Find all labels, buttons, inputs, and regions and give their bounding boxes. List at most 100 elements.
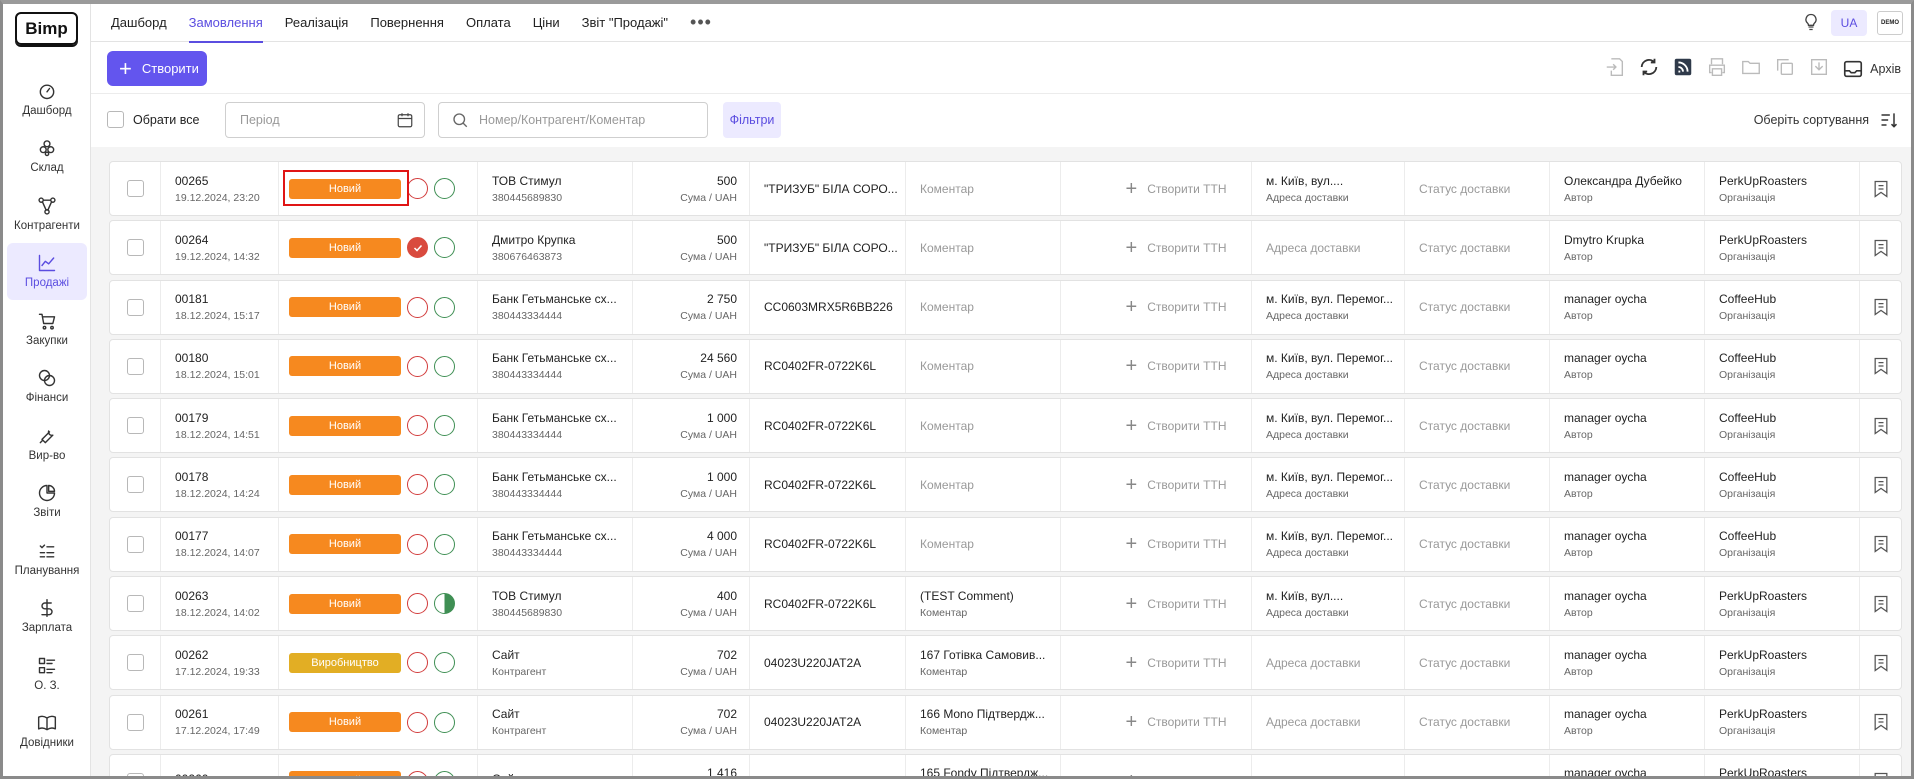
sidebar-item-boxes[interactable]: Склад: [7, 128, 87, 186]
tab-0[interactable]: Дашборд: [111, 4, 167, 42]
address-cell[interactable]: м. Київ, вул.... Адреса доставки: [1252, 162, 1405, 215]
sidebar-item-dollar[interactable]: Зарплата: [7, 588, 87, 646]
order-row[interactable]: 00179 18.12.2024, 14:51 Новий Банк Гетьманс…: [109, 398, 1902, 454]
create-ttn-button[interactable]: + Створити ТТН: [1061, 754, 1252, 776]
copy-icon[interactable]: [1774, 56, 1796, 81]
status-badge[interactable]: Новий: [289, 415, 401, 436]
shipment-status-icon[interactable]: [434, 296, 455, 318]
shipment-status-icon[interactable]: [434, 415, 455, 437]
address-cell[interactable]: Адреса доставки: [1252, 695, 1405, 749]
create-ttn-button[interactable]: + Створити ТТН: [1061, 458, 1252, 512]
product-cell[interactable]: RC0402FR-0722K6L: [750, 339, 906, 393]
product-cell[interactable]: RC0402FR-0722K6L: [750, 577, 906, 631]
address-cell[interactable]: Адреса доставки: [1252, 636, 1405, 690]
comment-cell[interactable]: Коментар: [906, 221, 1061, 275]
client-cell[interactable]: Банк Гетьманське сх... 380443334444: [478, 458, 633, 512]
row-checkbox[interactable]: [126, 417, 144, 435]
create-ttn-button[interactable]: + Створити ТТН: [1061, 636, 1252, 690]
sidebar-item-cart[interactable]: Закупки: [7, 300, 87, 358]
bookmark-icon[interactable]: [1871, 356, 1891, 376]
calendar-icon[interactable]: [396, 111, 414, 129]
bookmark-icon[interactable]: [1871, 179, 1891, 199]
tab-6[interactable]: Звіт "Продажі": [582, 4, 668, 42]
tab-1[interactable]: Замовлення: [188, 4, 263, 43]
comment-cell[interactable]: Коментар: [906, 399, 1061, 453]
status-badge[interactable]: Новий: [289, 237, 401, 258]
product-cell[interactable]: 04023U220JAT2A: [750, 636, 906, 690]
create-button[interactable]: + Створити: [107, 51, 207, 86]
payment-status-icon[interactable]: [407, 474, 428, 496]
address-cell[interactable]: Адреса доставки: [1252, 754, 1405, 776]
select-all[interactable]: Обрати все: [107, 111, 199, 128]
sidebar-item-pie-chart[interactable]: Звіти: [7, 473, 87, 531]
status-badge[interactable]: Новий: [289, 712, 401, 733]
select-all-checkbox[interactable]: [107, 111, 124, 128]
client-cell[interactable]: Банк Гетьманське сх... 380443334444: [478, 280, 633, 334]
shipment-status-icon[interactable]: [434, 355, 455, 377]
product-cell[interactable]: RC0402FR-0722K6L: [750, 458, 906, 512]
address-cell[interactable]: м. Київ, вул. Перемог... Адреса доставки: [1252, 280, 1405, 334]
status-badge[interactable]: Виробництво: [289, 652, 401, 673]
payment-status-icon[interactable]: [407, 237, 428, 259]
order-number-cell[interactable]: 00178 18.12.2024, 14:24: [161, 458, 279, 512]
status-badge[interactable]: Новий: [289, 474, 401, 495]
product-cell[interactable]: 04023U220JAT2A: [750, 695, 906, 749]
sidebar-item-gauge[interactable]: Дашборд: [7, 70, 87, 128]
product-cell[interactable]: CC0603MRX5R6BB226: [750, 280, 906, 334]
client-cell[interactable]: Сайт Контрагент: [478, 636, 633, 690]
address-cell[interactable]: м. Київ, вул. Перемог... Адреса доставки: [1252, 399, 1405, 453]
address-cell[interactable]: Адреса доставки: [1252, 221, 1405, 275]
payment-status-icon[interactable]: [407, 296, 428, 318]
order-row[interactable]: 00265 19.12.2024, 23:20 Новий ТОВ Стимул 380…: [109, 161, 1902, 216]
order-number-cell[interactable]: 00179 18.12.2024, 14:51: [161, 399, 279, 453]
row-checkbox[interactable]: [126, 535, 144, 553]
folder-icon[interactable]: [1740, 56, 1762, 81]
shipment-status-icon[interactable]: [434, 711, 455, 733]
order-number-cell[interactable]: 00263 18.12.2024, 14:02: [161, 577, 279, 631]
app-logo[interactable]: Bimp: [15, 12, 78, 45]
client-cell[interactable]: ТОВ Стимул 380445689830: [478, 577, 633, 631]
client-cell[interactable]: Банк Гетьманське сх... 380443334444: [478, 339, 633, 393]
print-icon[interactable]: [1706, 56, 1728, 81]
product-cell[interactable]: RC0402FR-0722K6L: [750, 517, 906, 571]
comment-cell[interactable]: Коментар: [906, 339, 1061, 393]
import-icon[interactable]: [1604, 56, 1626, 81]
status-badge[interactable]: Новий: [289, 534, 401, 555]
shipment-status-icon[interactable]: [434, 652, 455, 674]
sort-select[interactable]: Оберіть сортування: [1754, 110, 1899, 130]
address-cell[interactable]: м. Київ, вул. Перемог... Адреса доставки: [1252, 517, 1405, 571]
sidebar-item-chart-line[interactable]: Продажі: [7, 242, 87, 300]
comment-cell[interactable]: Коментар: [906, 280, 1061, 334]
payment-status-icon[interactable]: [407, 415, 428, 437]
comment-cell[interactable]: Коментар: [906, 162, 1061, 215]
order-row[interactable]: 00264 19.12.2024, 14:32 Новий Дмитро Крупка…: [109, 220, 1902, 276]
shipment-status-icon[interactable]: [434, 593, 455, 615]
shipment-status-icon[interactable]: [434, 770, 455, 776]
language-switch[interactable]: UA: [1831, 10, 1867, 36]
status-badge[interactable]: Новий: [289, 771, 401, 776]
create-ttn-button[interactable]: + Створити ТТН: [1061, 577, 1252, 631]
shipment-status-icon[interactable]: [434, 178, 455, 199]
tab-5[interactable]: Ціни: [533, 4, 560, 42]
row-checkbox[interactable]: [126, 772, 144, 776]
product-cell[interactable]: RC0402FR-0722K6L: [750, 399, 906, 453]
sidebar-item-network[interactable]: Контрагенти: [7, 185, 87, 243]
order-row[interactable]: 00263 18.12.2024, 14:02 Новий ТОВ Стимул 380…: [109, 576, 1902, 632]
bookmark-icon[interactable]: [1871, 653, 1891, 673]
create-ttn-button[interactable]: + Створити ТТН: [1061, 399, 1252, 453]
payment-status-icon[interactable]: [407, 770, 428, 776]
comment-cell[interactable]: 165 Fondy Підтвердж...Коментар: [906, 754, 1061, 776]
address-cell[interactable]: м. Київ, вул.... Адреса доставки: [1252, 577, 1405, 631]
bookmark-icon[interactable]: [1871, 416, 1891, 436]
order-row[interactable]: 00180 18.12.2024, 15:01 Новий Банк Гетьманс…: [109, 338, 1902, 394]
bookmark-icon[interactable]: [1871, 297, 1891, 317]
order-row[interactable]: 00262 17.12.2024, 19:33 Виробництво Сайт Кон…: [109, 635, 1902, 691]
product-cell[interactable]: "ТРИЗУБ" БІЛА СОРО...: [750, 162, 906, 215]
order-number-cell[interactable]: 00180 18.12.2024, 15:01: [161, 339, 279, 393]
row-checkbox[interactable]: [126, 476, 144, 494]
sidebar-item-wrench[interactable]: Вир-во: [7, 415, 87, 473]
create-ttn-button[interactable]: + Створити ТТН: [1061, 221, 1252, 275]
status-badge[interactable]: Новий: [289, 297, 401, 318]
order-number-cell[interactable]: 00262 17.12.2024, 19:33: [161, 636, 279, 690]
sidebar-item-list[interactable]: О. З.: [7, 645, 87, 703]
